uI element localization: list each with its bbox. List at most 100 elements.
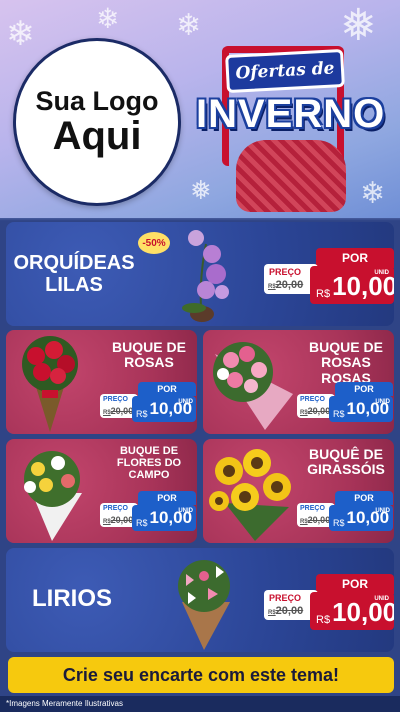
snowflake-icon: ❄	[176, 8, 202, 43]
price-por-label: POR	[316, 574, 394, 594]
product-card-orquideas[interactable]: ORQUÍDEAS LILAS -50% POR PREÇO R$20,00 R…	[6, 222, 394, 326]
scarf-graphic	[236, 140, 346, 212]
product-title-line: ORQUÍDEAS	[13, 252, 135, 274]
price-current: R$ 10,00 UNID	[310, 592, 394, 630]
old-currency: R$	[268, 610, 276, 616]
old-currency: R$	[300, 410, 308, 416]
product-title: ORQUÍDEAS LILAS	[8, 252, 140, 296]
old-price-value: 20,00	[275, 605, 304, 617]
snowflake-icon: ❄	[360, 176, 386, 211]
price-tag: POR PREÇO R$20,00 R$ 10,00 UNID	[100, 491, 196, 533]
wildflower-bouquet-image	[24, 451, 82, 541]
price-preco-label: PREÇO	[269, 593, 302, 603]
product-title: BUQUE DE ROSAS	[102, 339, 196, 371]
price-tag: POR PREÇO R$20,00 R$ 10,00 UNID	[100, 382, 196, 424]
currency: R$	[333, 409, 345, 419]
product-title-line: ROSAS	[124, 354, 174, 371]
price-value: 10,00	[332, 271, 394, 301]
product-title-line: BUQUE DE	[119, 445, 179, 457]
disclaimer-footer: *Imagens Meramente Ilustrativas	[0, 696, 400, 712]
old-price-value: 20,00	[307, 406, 331, 416]
price-current: R$ 10,00 UNID	[132, 505, 196, 531]
logo-line-2: Aqui	[52, 114, 142, 159]
price-por-label: POR	[335, 491, 393, 505]
unit-label: UNID	[375, 399, 390, 405]
unit-label: UNID	[374, 596, 389, 602]
price-por-label: POR	[335, 382, 393, 396]
price-tag: POR PREÇO R$20,00 R$ 10,00 UNID	[297, 491, 393, 533]
currency: R$	[316, 614, 331, 626]
sunflower-bouquet-image	[209, 449, 291, 541]
price-old: R$20,00	[268, 279, 303, 291]
price-preco-label: PREÇO	[300, 505, 325, 512]
currency: R$	[316, 288, 331, 300]
price-old: R$20,00	[300, 515, 330, 525]
old-price-value: 20,00	[275, 279, 304, 291]
product-title: BUQUE DE ROSAS ROSAS	[299, 339, 393, 386]
old-price-value: 20,00	[307, 515, 331, 525]
offers-sign: Ofertas de	[225, 48, 345, 94]
price-old: R$20,00	[268, 605, 303, 617]
offers-sign-text: Ofertas de	[235, 58, 335, 84]
discount-badge: -50%	[138, 232, 170, 254]
price-preco-label: PREÇO	[103, 505, 128, 512]
snowflake-icon: ❅	[340, 0, 377, 51]
product-card-lirios[interactable]: LIRIOS POR PREÇO R$20,00 R$ 10,00 UNID	[6, 548, 394, 652]
price-current: R$ 10,00 UNID	[310, 266, 394, 304]
old-currency: R$	[103, 410, 111, 416]
old-price-value: 20,00	[110, 406, 134, 416]
rose-bouquet-image	[22, 336, 78, 432]
price-old: R$20,00	[103, 406, 133, 416]
price-old: R$20,00	[103, 515, 133, 525]
product-card-buque-rosas[interactable]: BUQUE DE ROSAS POR PREÇO R$20,00 R$ 10,0…	[6, 330, 197, 434]
old-currency: R$	[268, 284, 276, 290]
price-current: R$ 10,00 UNID	[329, 396, 393, 422]
price-por-label: POR	[138, 382, 196, 396]
snowflake-icon: ❄	[96, 2, 120, 35]
cta-button[interactable]: Crie seu encarte com este tema!	[8, 657, 394, 693]
old-currency: R$	[103, 519, 111, 525]
price-current: R$ 10,00 UNID	[329, 505, 393, 531]
product-title-line: BUQUE DE	[112, 339, 186, 355]
price-por-label: POR	[316, 248, 394, 268]
snowflake-icon: ❄	[6, 14, 35, 54]
logo-line-1: Sua Logo	[35, 85, 159, 116]
unit-label: UNID	[374, 270, 389, 276]
pink-rose-bouquet-image	[213, 342, 293, 430]
product-card-flores-campo[interactable]: BUQUE DE FLORES DO CAMPO POR PREÇO R$20,…	[6, 439, 197, 543]
product-title: BUQUE DE FLORES DO CAMPO	[102, 445, 196, 481]
price-old: R$20,00	[300, 406, 330, 416]
price-preco-label: PREÇO	[103, 396, 128, 403]
price-tag: POR PREÇO R$20,00 R$ 10,00 UNID	[297, 382, 393, 424]
product-title: BUQUÊ DE GIRASSÓIS	[299, 446, 393, 478]
product-card-girassois[interactable]: BUQUÊ DE GIRASSÓIS POR PREÇO R$20,00 R$ …	[203, 439, 394, 543]
price-por-label: POR	[138, 491, 196, 505]
price-preco-label: PREÇO	[269, 267, 302, 277]
lily-bouquet-image	[178, 560, 230, 650]
product-title: LIRIOS	[31, 585, 112, 612]
product-title-line: FLORES DO	[116, 457, 182, 470]
unit-label: UNID	[375, 508, 390, 514]
old-price-value: 20,00	[110, 515, 134, 525]
product-title-line: LILAS	[45, 274, 103, 296]
product-title-line: GIRASSÓIS	[307, 461, 385, 478]
flyer-page: ❄ ❄ ❄ ❅ ❄ ❅ Sua Logo Aqui Ofertas de INV…	[0, 0, 400, 712]
orchid-image	[182, 230, 229, 323]
unit-label: UNID	[178, 508, 193, 514]
currency: R$	[333, 518, 345, 528]
old-currency: R$	[300, 519, 308, 525]
price-current: R$ 10,00 UNID	[132, 396, 196, 422]
currency: R$	[136, 518, 148, 528]
price-tag: POR PREÇO R$20,00 R$ 10,00 UNID	[264, 574, 394, 632]
product-title-line: CAMPO	[128, 469, 170, 482]
product-title-line: BUQUE DE	[309, 339, 383, 355]
product-card-buque-rosas-rosas[interactable]: BUQUE DE ROSAS ROSAS POR PREÇO R$20,00 R…	[203, 330, 394, 434]
header: ❄ ❄ ❄ ❅ ❄ ❅ Sua Logo Aqui Ofertas de INV…	[0, 0, 400, 218]
currency: R$	[136, 409, 148, 419]
price-preco-label: PREÇO	[300, 396, 325, 403]
price-tag: POR PREÇO R$20,00 R$ 10,00 UNID	[264, 248, 394, 306]
winter-banner-text: INVERNO	[196, 92, 386, 136]
unit-label: UNID	[178, 399, 193, 405]
price-value: 10,00	[332, 597, 394, 627]
logo-placeholder: Sua Logo Aqui	[13, 38, 181, 206]
